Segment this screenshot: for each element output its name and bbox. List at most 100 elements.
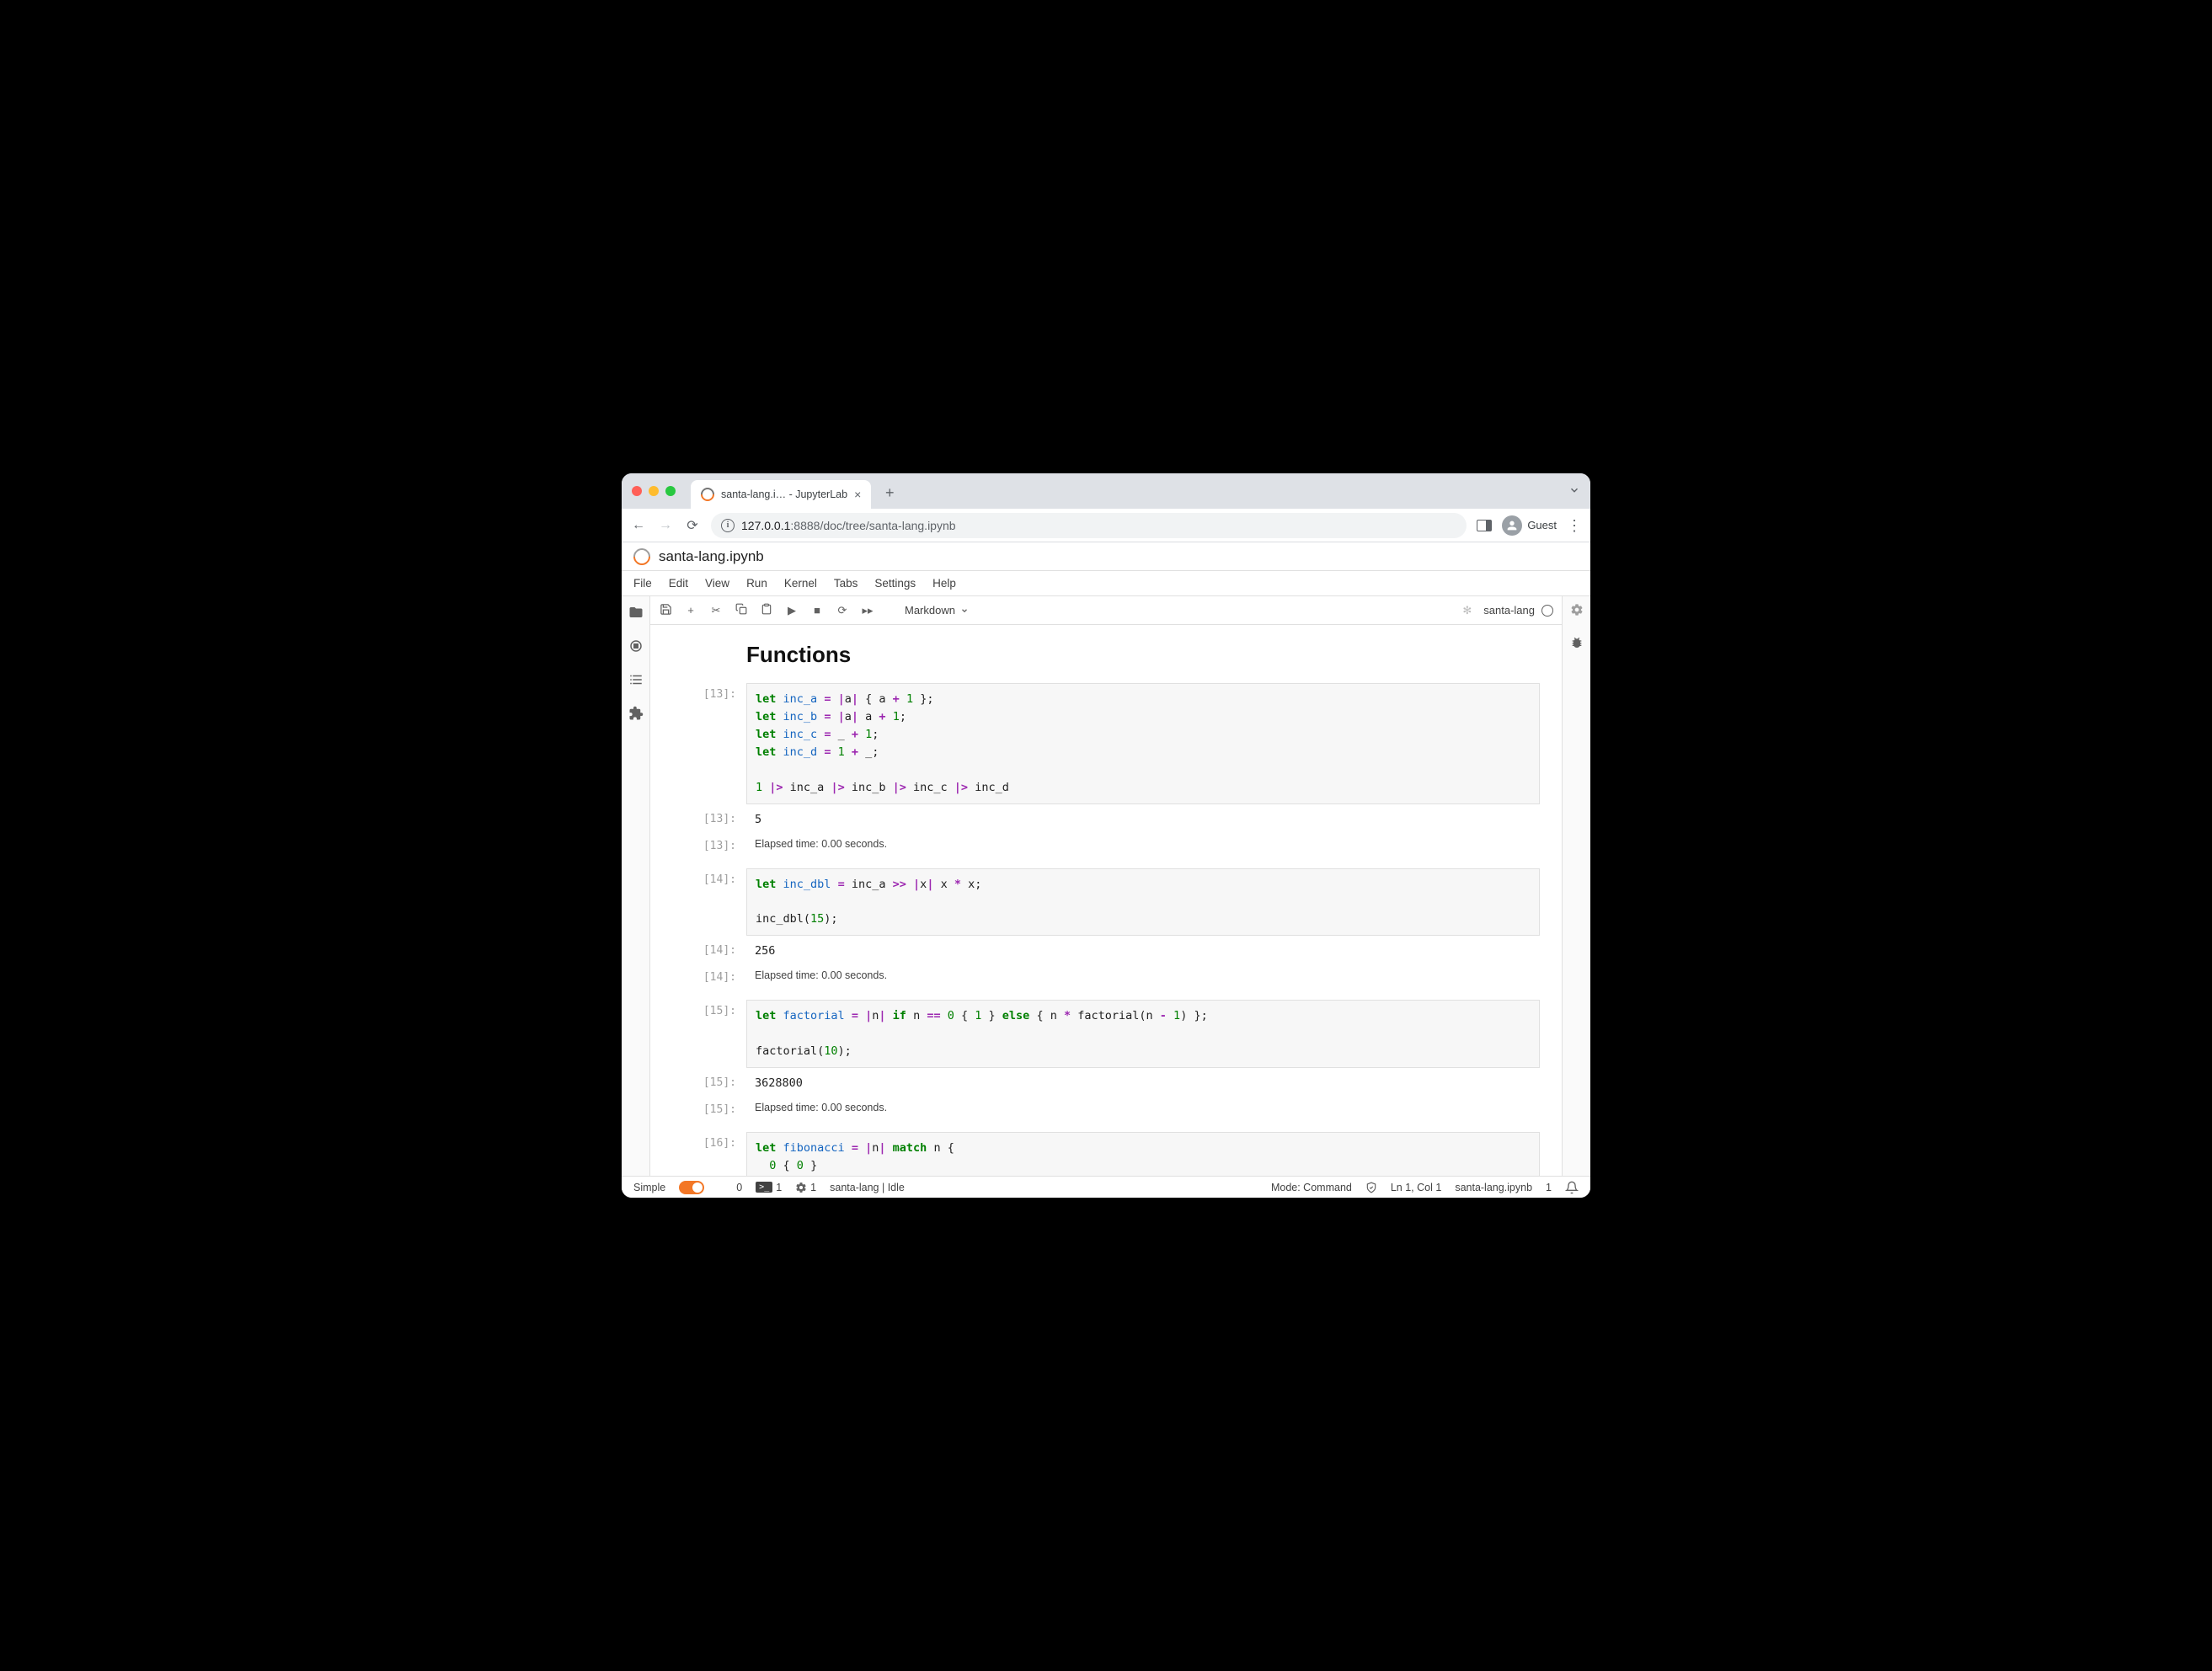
status-bar: Simple 0 >_ 1 1 santa-lang | Idle Mode: … xyxy=(622,1176,1590,1198)
input-prompt: [16]: xyxy=(672,1132,746,1176)
menu-help[interactable]: Help xyxy=(932,577,956,590)
extensions-icon[interactable] xyxy=(628,706,644,721)
notebook-area[interactable]: Functions [13]:let inc_a = |a| { a + 1 }… xyxy=(650,625,1562,1176)
simple-mode-toggle[interactable] xyxy=(679,1181,704,1194)
code-cell[interactable]: [15]:let factorial = |n| if n == 0 { 1 }… xyxy=(672,1000,1540,1068)
close-tab-button[interactable]: × xyxy=(854,488,861,501)
jupyter-logo-icon xyxy=(630,544,654,568)
trust-icon[interactable]: ✻ xyxy=(1462,604,1472,617)
chrome-menu-button[interactable]: ⋮ xyxy=(1567,524,1582,527)
cursor-position[interactable]: Ln 1, Col 1 xyxy=(1391,1182,1441,1193)
status-doc-count: 1 xyxy=(1546,1182,1552,1193)
jl-menubar: File Edit View Run Kernel Tabs Settings … xyxy=(622,571,1590,596)
menu-edit[interactable]: Edit xyxy=(669,577,688,590)
run-button[interactable]: ▶ xyxy=(785,604,799,617)
menu-file[interactable]: File xyxy=(633,577,652,590)
notebook-toolbar: + ✂ ▶ ■ ⟳ ▸▸ Markdown ✻ sa xyxy=(650,596,1562,625)
execute-result: 256 xyxy=(746,939,1540,963)
code-editor[interactable]: let inc_dbl = inc_a >> |x| x * x; inc_db… xyxy=(746,868,1540,937)
kernels-item[interactable]: 1 xyxy=(795,1182,816,1193)
terminals-count: 1 xyxy=(776,1182,782,1193)
jupyter-favicon xyxy=(698,485,718,505)
open-tabs-count[interactable]: 0 xyxy=(736,1182,742,1193)
terminal-icon: >_ xyxy=(756,1182,772,1193)
timing-prompt: [13]: xyxy=(672,835,746,853)
interrupt-button[interactable]: ■ xyxy=(810,604,824,617)
zoom-window-button[interactable] xyxy=(665,486,676,496)
profile-button[interactable]: Guest xyxy=(1502,515,1557,536)
browser-window: santa-lang.i… - JupyterLab × + ← → ⟳ i 1… xyxy=(622,473,1590,1198)
cell-type-label: Markdown xyxy=(905,604,955,617)
main-panel: + ✂ ▶ ■ ⟳ ▸▸ Markdown ✻ sa xyxy=(650,596,1562,1176)
side-panel-button[interactable] xyxy=(1477,520,1492,531)
debugger-icon[interactable] xyxy=(1570,636,1584,652)
output-row: [14]:256 xyxy=(672,939,1540,963)
copy-button[interactable] xyxy=(735,603,748,617)
window-controls xyxy=(632,486,676,496)
bell-icon[interactable] xyxy=(1565,1181,1579,1194)
terminals-item[interactable]: >_ 1 xyxy=(756,1182,782,1193)
minimize-window-button[interactable] xyxy=(649,486,659,496)
running-icon[interactable] xyxy=(628,638,644,654)
output-prompt: [13]: xyxy=(672,808,746,831)
menu-view[interactable]: View xyxy=(705,577,729,590)
restart-button[interactable]: ⟳ xyxy=(836,604,849,617)
cell-type-select[interactable]: Markdown xyxy=(905,604,969,617)
cut-button[interactable]: ✂ xyxy=(709,604,723,617)
forward-button: → xyxy=(657,518,674,533)
input-prompt: [15]: xyxy=(672,1000,746,1068)
execute-result: 3628800 xyxy=(746,1071,1540,1095)
run-all-button[interactable]: ▸▸ xyxy=(861,604,874,617)
chrome-toolbar: ← → ⟳ i 127.0.0.1:8888/doc/tree/santa-la… xyxy=(622,509,1590,542)
right-sidebar xyxy=(1562,596,1590,1176)
code-cell[interactable]: [13]:let inc_a = |a| { a + 1 }; let inc_… xyxy=(672,683,1540,804)
timing-row: [15]:Elapsed time: 0.00 seconds. xyxy=(672,1098,1540,1117)
new-tab-button[interactable]: + xyxy=(878,484,901,502)
kernel-status-text[interactable]: santa-lang | Idle xyxy=(830,1182,905,1193)
avatar-icon xyxy=(1502,515,1522,536)
elapsed-time: Elapsed time: 0.00 seconds. xyxy=(746,966,1540,985)
code-cell[interactable]: [14]:let inc_dbl = inc_a >> |x| x * x; i… xyxy=(672,868,1540,937)
input-prompt: [14]: xyxy=(672,868,746,937)
output-prompt: [15]: xyxy=(672,1071,746,1095)
back-button[interactable]: ← xyxy=(630,518,647,533)
insert-cell-button[interactable]: + xyxy=(684,604,697,617)
tabs-dropdown-button[interactable] xyxy=(1568,484,1580,499)
tab-title: santa-lang.i… - JupyterLab xyxy=(721,488,847,500)
kernels-count: 1 xyxy=(810,1182,816,1193)
menu-settings[interactable]: Settings xyxy=(874,577,916,590)
save-button[interactable] xyxy=(659,603,672,618)
chrome-tab-strip: santa-lang.i… - JupyterLab × + xyxy=(622,473,1590,509)
elapsed-time: Elapsed time: 0.00 seconds. xyxy=(746,835,1540,853)
address-bar[interactable]: i 127.0.0.1:8888/doc/tree/santa-lang.ipy… xyxy=(711,513,1467,538)
simple-mode-label: Simple xyxy=(633,1182,665,1193)
jl-titlebar: santa-lang.ipynb xyxy=(622,542,1590,571)
status-doc-name[interactable]: santa-lang.ipynb xyxy=(1455,1182,1532,1193)
menu-tabs[interactable]: Tabs xyxy=(834,577,858,590)
document-title: santa-lang.ipynb xyxy=(659,548,764,565)
property-inspector-icon[interactable] xyxy=(1570,603,1584,619)
code-editor[interactable]: let factorial = |n| if n == 0 { 1 } else… xyxy=(746,1000,1540,1068)
toc-icon[interactable] xyxy=(628,672,644,687)
site-info-icon[interactable]: i xyxy=(721,519,735,532)
timing-row: [14]:Elapsed time: 0.00 seconds. xyxy=(672,966,1540,985)
timing-prompt: [14]: xyxy=(672,966,746,985)
folder-icon[interactable] xyxy=(628,605,644,620)
markdown-heading[interactable]: Functions xyxy=(746,642,1540,668)
kernel-indicator[interactable]: santa-lang xyxy=(1483,604,1553,617)
code-editor[interactable]: let fibonacci = |n| match n { 0 { 0 } 1 … xyxy=(746,1132,1540,1176)
reload-button[interactable]: ⟳ xyxy=(684,517,701,534)
mode-indicator[interactable]: Mode: Command xyxy=(1271,1182,1352,1193)
code-cell[interactable]: [16]:let fibonacci = |n| match n { 0 { 0… xyxy=(672,1132,1540,1176)
paste-button[interactable] xyxy=(760,603,773,617)
code-editor[interactable]: let inc_a = |a| { a + 1 }; let inc_b = |… xyxy=(746,683,1540,804)
menu-kernel[interactable]: Kernel xyxy=(784,577,817,590)
timing-prompt: [15]: xyxy=(672,1098,746,1117)
close-window-button[interactable] xyxy=(632,486,642,496)
trusted-shield-icon[interactable] xyxy=(1365,1182,1377,1193)
menu-run[interactable]: Run xyxy=(746,577,767,590)
browser-tab[interactable]: santa-lang.i… - JupyterLab × xyxy=(691,480,871,509)
url-text: 127.0.0.1:8888/doc/tree/santa-lang.ipynb xyxy=(741,519,956,532)
execute-result: 5 xyxy=(746,808,1540,831)
output-row: [15]:3628800 xyxy=(672,1071,1540,1095)
